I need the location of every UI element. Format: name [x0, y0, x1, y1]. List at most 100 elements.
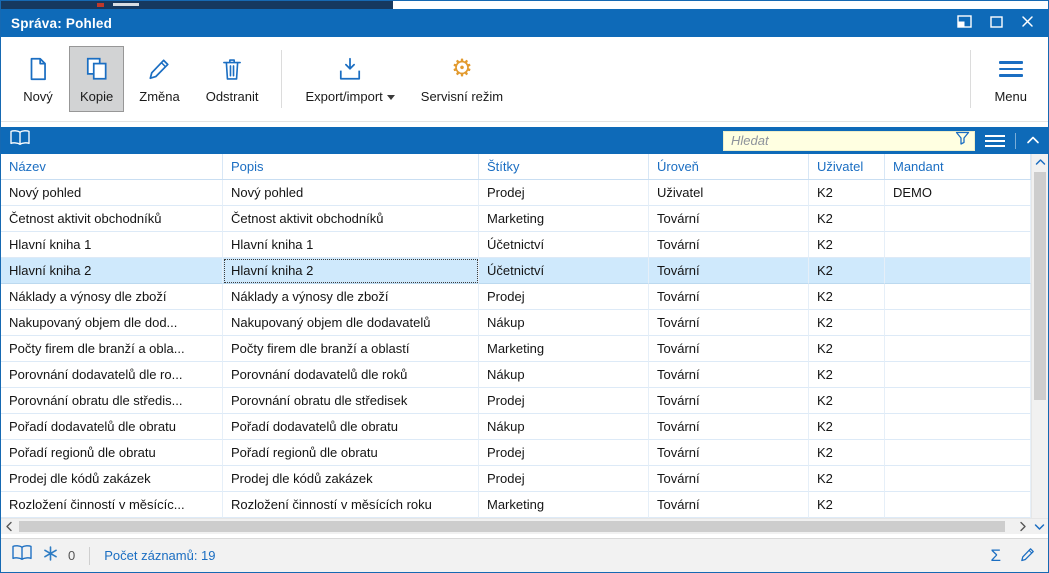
column-header[interactable]: Úroveň [649, 154, 809, 179]
table-cell[interactable]: Tovární [649, 258, 809, 284]
scroll-up-arrow[interactable] [1032, 154, 1048, 170]
table-row[interactable]: Porovnání obratu dle středis...Porovnání… [1, 388, 1031, 414]
table-cell[interactable]: Hlavní kniha 1 [1, 232, 223, 258]
table-cell[interactable]: Marketing [479, 492, 649, 518]
column-header[interactable]: Uživatel [809, 154, 885, 179]
table-cell[interactable]: K2 [809, 232, 885, 258]
table-row[interactable]: Prodej dle kódů zakázekProdej dle kódů z… [1, 466, 1031, 492]
table-cell[interactable]: Pořadí regionů dle obratu [1, 440, 223, 466]
table-cell[interactable]: K2 [809, 388, 885, 414]
table-row[interactable]: Pořadí regionů dle obratuPořadí regionů … [1, 440, 1031, 466]
table-cell[interactable]: Prodej dle kódů zakázek [223, 466, 479, 492]
table-cell[interactable] [885, 232, 1031, 258]
table-cell[interactable] [885, 492, 1031, 518]
close-button[interactable] [1021, 15, 1034, 31]
column-header[interactable]: Název [1, 154, 223, 179]
table-cell[interactable]: Tovární [649, 466, 809, 492]
table-cell[interactable]: K2 [809, 440, 885, 466]
table-cell[interactable]: Tovární [649, 414, 809, 440]
table-cell[interactable]: Hlavní kniha 2 [1, 258, 223, 284]
table-cell[interactable]: Nakupovaný objem dle dodavatelů [223, 310, 479, 336]
table-cell[interactable]: K2 [809, 310, 885, 336]
table-cell[interactable]: Nakupovaný objem dle dod... [1, 310, 223, 336]
column-header[interactable]: Popis [223, 154, 479, 179]
table-cell[interactable]: Počty firem dle branží a oblastí [223, 336, 479, 362]
table-cell[interactable]: K2 [809, 414, 885, 440]
table-cell[interactable]: Rozložení činností v měsících roku [223, 492, 479, 518]
table-cell[interactable]: K2 [809, 206, 885, 232]
table-cell[interactable]: Tovární [649, 284, 809, 310]
table-cell[interactable]: Prodej [479, 440, 649, 466]
table-cell[interactable]: K2 [809, 258, 885, 284]
table-row[interactable]: Nový pohledNový pohledProdejUživatelK2DE… [1, 180, 1031, 206]
dock-button[interactable] [957, 15, 972, 31]
table-row[interactable]: Počty firem dle branží a obla...Počty fi… [1, 336, 1031, 362]
table-row[interactable]: Náklady a výnosy dle zbožíNáklady a výno… [1, 284, 1031, 310]
table-cell[interactable]: Četnost aktivit obchodníků [223, 206, 479, 232]
table-cell[interactable]: Porovnání obratu dle středisek [223, 388, 479, 414]
maximize-button[interactable] [990, 16, 1003, 31]
grid-menu-icon[interactable] [985, 132, 1005, 150]
table-cell[interactable]: Nákup [479, 310, 649, 336]
table-cell[interactable]: Tovární [649, 206, 809, 232]
table-cell[interactable]: K2 [809, 492, 885, 518]
table-cell[interactable]: Porovnání dodavatelů dle ro... [1, 362, 223, 388]
export-import-button[interactable]: Export/import [294, 46, 405, 112]
sum-button[interactable]: Σ [990, 547, 1001, 564]
table-cell[interactable]: Četnost aktivit obchodníků [1, 206, 223, 232]
table-row[interactable]: Nakupovaný objem dle dod...Nakupovaný ob… [1, 310, 1031, 336]
table-cell[interactable]: Hlavní kniha 2 [223, 258, 479, 284]
table-row[interactable]: Četnost aktivit obchodníkůČetnost aktivi… [1, 206, 1031, 232]
table-cell[interactable]: Porovnání obratu dle středis... [1, 388, 223, 414]
table-cell[interactable]: Účetnictví [479, 258, 649, 284]
table-cell[interactable]: Prodej [479, 180, 649, 206]
table-cell[interactable] [885, 440, 1031, 466]
table-cell[interactable]: K2 [809, 466, 885, 492]
table-cell[interactable]: Prodej [479, 388, 649, 414]
table-row[interactable]: Pořadí dodavatelů dle obratuPořadí dodav… [1, 414, 1031, 440]
horizontal-scrollbar[interactable] [1, 518, 1048, 534]
scroll-down-arrow[interactable] [1031, 519, 1048, 534]
vertical-scrollbar[interactable] [1031, 154, 1048, 518]
table-row[interactable]: Hlavní kniha 1Hlavní kniha 1ÚčetnictvíTo… [1, 232, 1031, 258]
table-cell[interactable]: Prodej [479, 466, 649, 492]
table-cell[interactable]: Nákup [479, 414, 649, 440]
table-cell[interactable]: Prodej dle kódů zakázek [1, 466, 223, 492]
column-header[interactable]: Mandant [885, 154, 1031, 179]
table-row[interactable]: Rozložení činností v měsícíc...Rozložení… [1, 492, 1031, 518]
table-cell[interactable]: Tovární [649, 388, 809, 414]
column-header[interactable]: Štítky [479, 154, 649, 179]
change-button[interactable]: Změna [128, 46, 190, 112]
table-cell[interactable]: Marketing [479, 336, 649, 362]
vertical-scroll-thumb[interactable] [1034, 172, 1046, 400]
table-cell[interactable]: Tovární [649, 232, 809, 258]
new-button[interactable]: Nový [11, 46, 65, 112]
table-cell[interactable] [885, 310, 1031, 336]
table-cell[interactable]: Tovární [649, 310, 809, 336]
table-cell[interactable]: DEMO [885, 180, 1031, 206]
table-cell[interactable]: Počty firem dle branží a obla... [1, 336, 223, 362]
menu-button[interactable]: Menu [983, 46, 1038, 112]
scroll-right-arrow[interactable] [1015, 519, 1031, 534]
table-cell[interactable]: Prodej [479, 284, 649, 310]
table-cell[interactable]: K2 [809, 180, 885, 206]
table-cell[interactable]: K2 [809, 284, 885, 310]
horizontal-scroll-track[interactable] [17, 519, 1015, 534]
table-row[interactable]: Hlavní kniha 2Hlavní kniha 2ÚčetnictvíTo… [1, 258, 1031, 284]
scroll-left-arrow[interactable] [1, 519, 17, 534]
table-cell[interactable]: Nový pohled [1, 180, 223, 206]
table-cell[interactable]: Uživatel [649, 180, 809, 206]
table-cell[interactable] [885, 466, 1031, 492]
copy-button[interactable]: Kopie [69, 46, 124, 112]
table-cell[interactable] [885, 284, 1031, 310]
table-cell[interactable]: Nový pohled [223, 180, 479, 206]
table-cell[interactable]: Nákup [479, 362, 649, 388]
table-cell[interactable]: Tovární [649, 362, 809, 388]
table-cell[interactable]: Pořadí regionů dle obratu [223, 440, 479, 466]
table-cell[interactable]: Tovární [649, 492, 809, 518]
edit-button[interactable] [1019, 546, 1036, 566]
search-input[interactable] [731, 133, 955, 148]
table-cell[interactable]: Tovární [649, 336, 809, 362]
table-row[interactable]: Porovnání dodavatelů dle ro...Porovnání … [1, 362, 1031, 388]
table-cell[interactable]: Pořadí dodavatelů dle obratu [1, 414, 223, 440]
